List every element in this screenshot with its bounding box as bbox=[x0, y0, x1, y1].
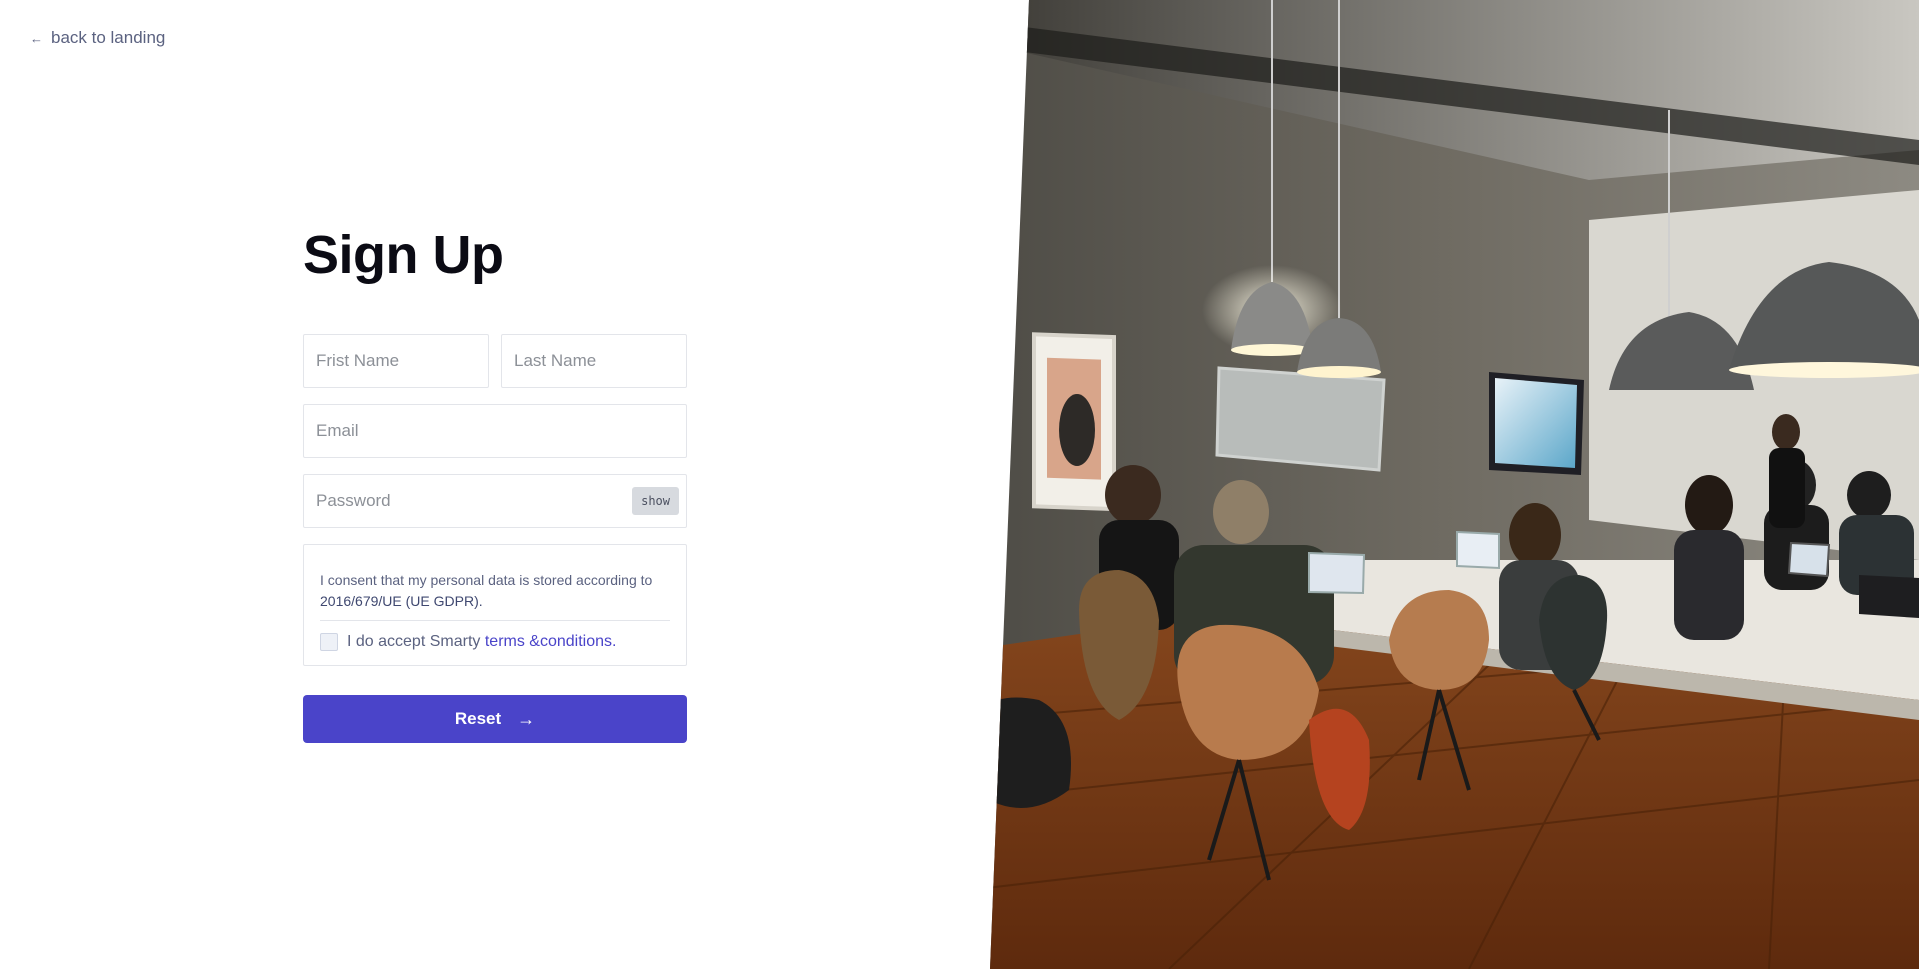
name-row bbox=[303, 334, 687, 388]
back-to-landing-link[interactable]: ← back to landing bbox=[30, 28, 165, 48]
accept-terms-row: I do accept Smarty terms &conditions. bbox=[320, 633, 670, 651]
terms-conditions-link[interactable]: terms &conditions. bbox=[485, 633, 617, 650]
signup-form: Sign Up show I consent that my personal … bbox=[303, 220, 687, 743]
arrow-left-icon: ← bbox=[30, 30, 43, 46]
last-name-input[interactable] bbox=[501, 334, 687, 388]
consent-box: I consent that my personal data is store… bbox=[303, 544, 687, 666]
consent-text: I consent that my personal data is store… bbox=[320, 570, 670, 621]
arrow-right-icon: → bbox=[517, 708, 536, 729]
back-to-landing-label: back to landing bbox=[51, 28, 166, 47]
reset-button-label: Reset bbox=[454, 709, 502, 728]
accept-terms-label: I do accept Smarty terms &conditions. bbox=[347, 633, 616, 651]
page-title: Sign Up bbox=[303, 225, 504, 285]
consent-regulation: 2016/679/UE (UE GDPR). bbox=[320, 593, 483, 609]
password-input[interactable] bbox=[303, 474, 687, 528]
accept-terms-checkbox[interactable] bbox=[320, 633, 338, 651]
show-password-button[interactable]: show bbox=[632, 487, 679, 515]
first-name-input[interactable] bbox=[303, 334, 489, 388]
accept-prefix: I do accept Smarty bbox=[347, 633, 485, 650]
reset-button[interactable]: Reset → bbox=[303, 695, 687, 743]
email-input[interactable] bbox=[303, 404, 687, 458]
classroom-photo bbox=[990, 0, 1919, 969]
password-wrapper: show bbox=[303, 474, 687, 528]
consent-prefix: I consent that my personal data is store… bbox=[320, 572, 653, 588]
